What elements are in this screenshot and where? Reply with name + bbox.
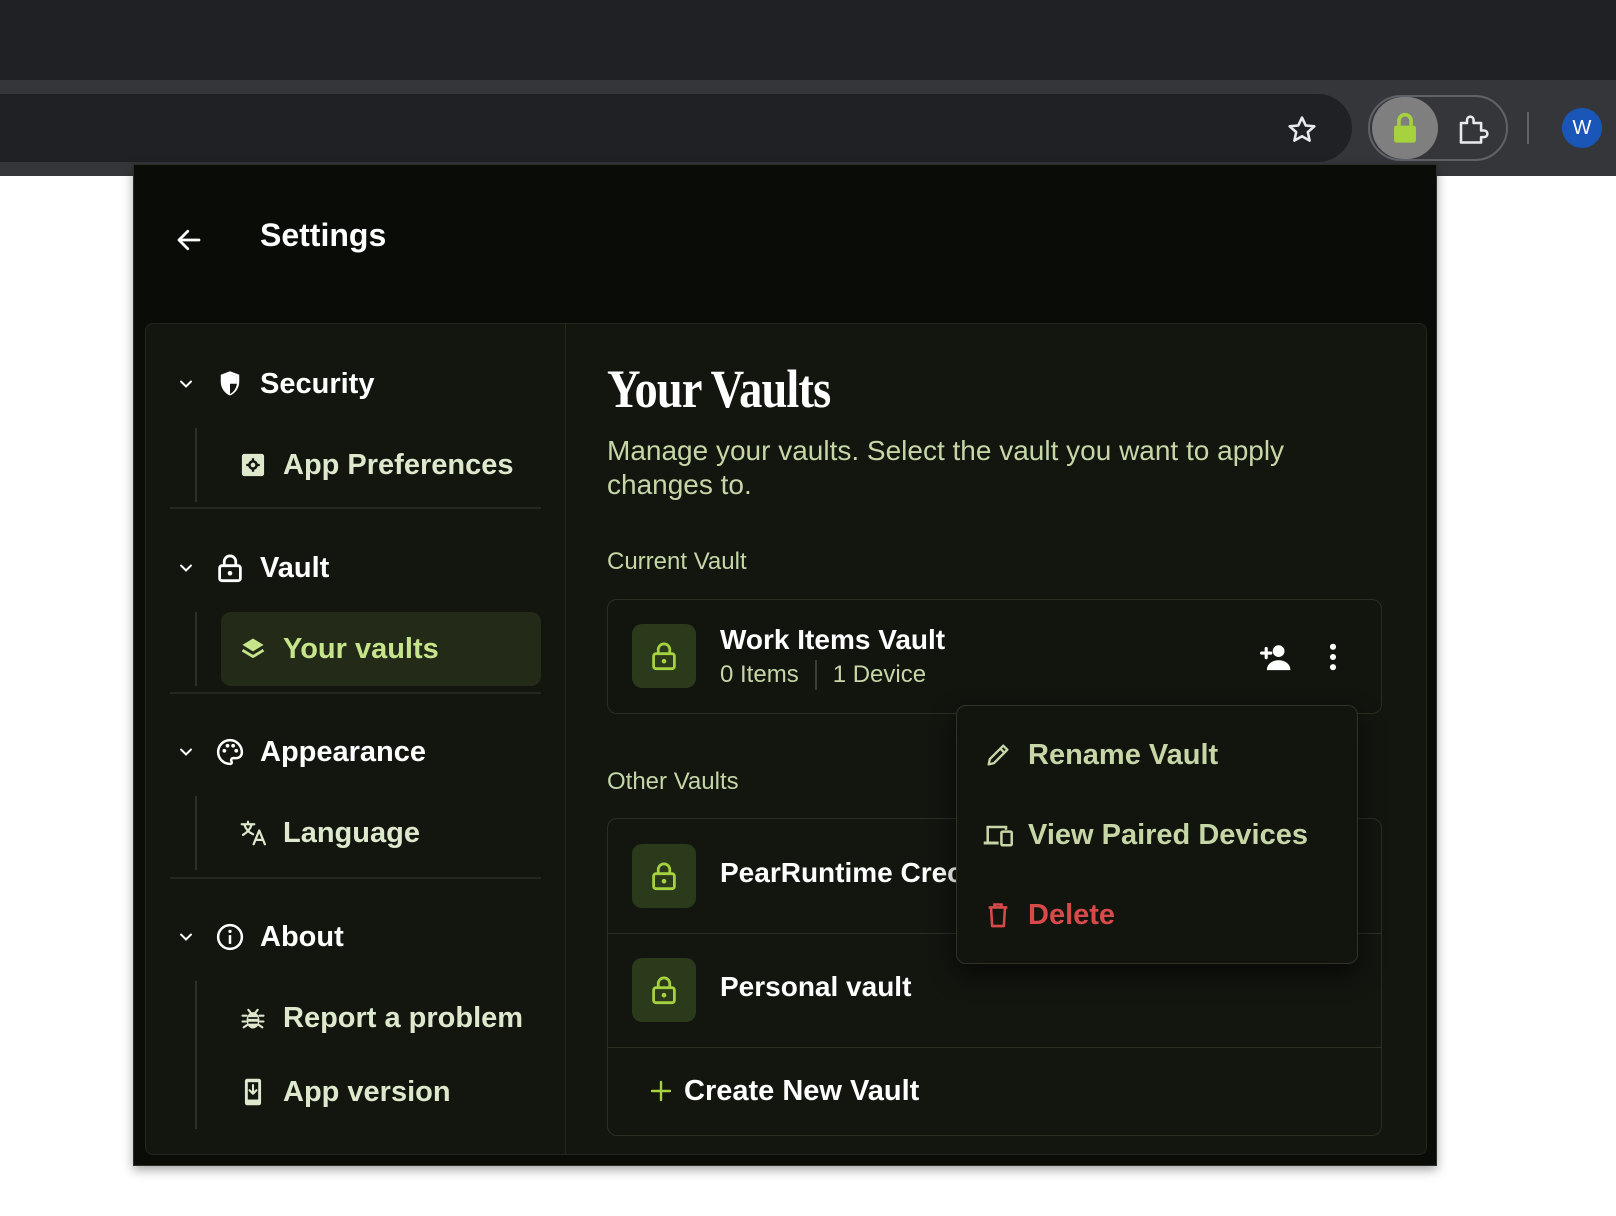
browser-tab-strip <box>0 0 1616 80</box>
section-vault[interactable]: Vault <box>170 538 540 598</box>
chevron-down-icon <box>170 368 202 400</box>
create-vault-button[interactable]: Create New Vault <box>608 1047 1381 1135</box>
vault-name: Work Items Vault <box>720 624 946 655</box>
info-icon <box>214 921 246 953</box>
vault-meta: 0 Items 1 Device <box>720 660 926 690</box>
sidebar-item-label: App Preferences <box>283 448 514 481</box>
layers-icon <box>237 633 269 665</box>
vault-items-count: 0 Items <box>720 661 799 688</box>
menu-item-view-paired-devices[interactable]: View Paired Devices <box>957 800 1357 870</box>
vaults-description: Manage your vaults. Select the vault you… <box>607 435 1285 500</box>
sidebar-item-report-problem[interactable]: Report a problem <box>221 981 541 1055</box>
phone-download-icon <box>237 1076 269 1108</box>
section-about[interactable]: About <box>170 907 540 967</box>
trash-icon <box>982 899 1014 931</box>
more-options-icon[interactable] <box>1311 635 1355 679</box>
pencil-icon <box>982 739 1014 771</box>
create-vault-label: Create New Vault <box>684 1074 920 1107</box>
chevron-down-icon <box>170 736 202 768</box>
section-divider <box>170 507 541 509</box>
chevron-down-icon <box>170 552 202 584</box>
meta-divider <box>814 660 817 690</box>
vault-extension-lock-icon[interactable] <box>1372 97 1438 159</box>
vault-name: Personal vault <box>720 971 912 1002</box>
current-vault-label: Current Vault <box>607 548 747 575</box>
section-divider <box>170 877 541 879</box>
current-vault-card[interactable]: Work Items Vault 0 Items 1 Device <box>607 599 1382 714</box>
back-arrow-icon[interactable] <box>164 215 214 265</box>
section-divider <box>170 692 541 694</box>
sidebar-item-your-vaults[interactable]: Your vaults <box>221 612 541 686</box>
vault-lock-icon <box>632 958 696 1022</box>
sidebar-item-label: App version <box>283 1075 451 1108</box>
sidebar-item-label: Language <box>283 816 420 849</box>
menu-item-delete[interactable]: Delete <box>957 880 1357 950</box>
palette-icon <box>214 736 246 768</box>
translate-icon <box>237 817 269 849</box>
tree-line <box>195 612 197 686</box>
sidebar-item-label: Your vaults <box>283 632 439 665</box>
vault-lock-icon <box>632 844 696 908</box>
sidebar-item-label: Report a problem <box>283 1001 524 1034</box>
plus-icon <box>646 1079 676 1103</box>
tree-line <box>195 428 197 502</box>
chevron-down-icon <box>170 921 202 953</box>
vault-name: PearRuntime Crec <box>720 857 963 888</box>
other-vaults-label: Other Vaults <box>607 768 739 795</box>
section-security[interactable]: Security <box>170 354 540 414</box>
sidebar-item-language[interactable]: Language <box>221 796 541 870</box>
bookmark-star-icon[interactable] <box>1278 106 1326 154</box>
address-bar[interactable] <box>0 94 1352 162</box>
add-member-icon[interactable] <box>1254 635 1298 679</box>
vault-lock-icon <box>632 624 696 688</box>
section-appearance[interactable]: Appearance <box>170 722 540 782</box>
vault-devices-count: 1 Device <box>832 661 927 688</box>
toolbar-divider <box>1527 112 1529 144</box>
extensions-puzzle-icon[interactable] <box>1448 104 1498 154</box>
menu-item-label: View Paired Devices <box>1028 818 1308 851</box>
vaults-title: Your Vaults <box>607 359 831 419</box>
section-label: Security <box>260 367 375 400</box>
tree-line <box>195 796 197 870</box>
lock-icon <box>214 552 246 584</box>
page-title: Settings <box>260 217 387 253</box>
shield-icon <box>214 368 246 400</box>
section-label: Vault <box>260 551 330 584</box>
menu-item-label: Rename Vault <box>1028 738 1219 771</box>
settings-box-icon <box>237 449 269 481</box>
sidebar-item-app-preferences[interactable]: App Preferences <box>221 428 541 502</box>
menu-item-rename-vault[interactable]: Rename Vault <box>957 720 1357 790</box>
extension-popup: Settings Security App Preferences Vault <box>133 164 1437 1166</box>
vault-context-menu: Rename Vault View Paired Devices Delete <box>956 705 1358 964</box>
tree-line <box>195 981 197 1129</box>
section-label: Appearance <box>260 735 427 768</box>
profile-avatar[interactable]: W <box>1562 108 1602 148</box>
settings-sidebar: Security App Preferences Vault Your vaul… <box>146 324 566 1154</box>
devices-icon <box>982 819 1014 851</box>
sidebar-item-app-version[interactable]: App version <box>221 1055 541 1129</box>
bug-icon <box>237 1002 269 1034</box>
menu-item-label: Delete <box>1028 898 1116 931</box>
section-label: About <box>260 920 344 953</box>
